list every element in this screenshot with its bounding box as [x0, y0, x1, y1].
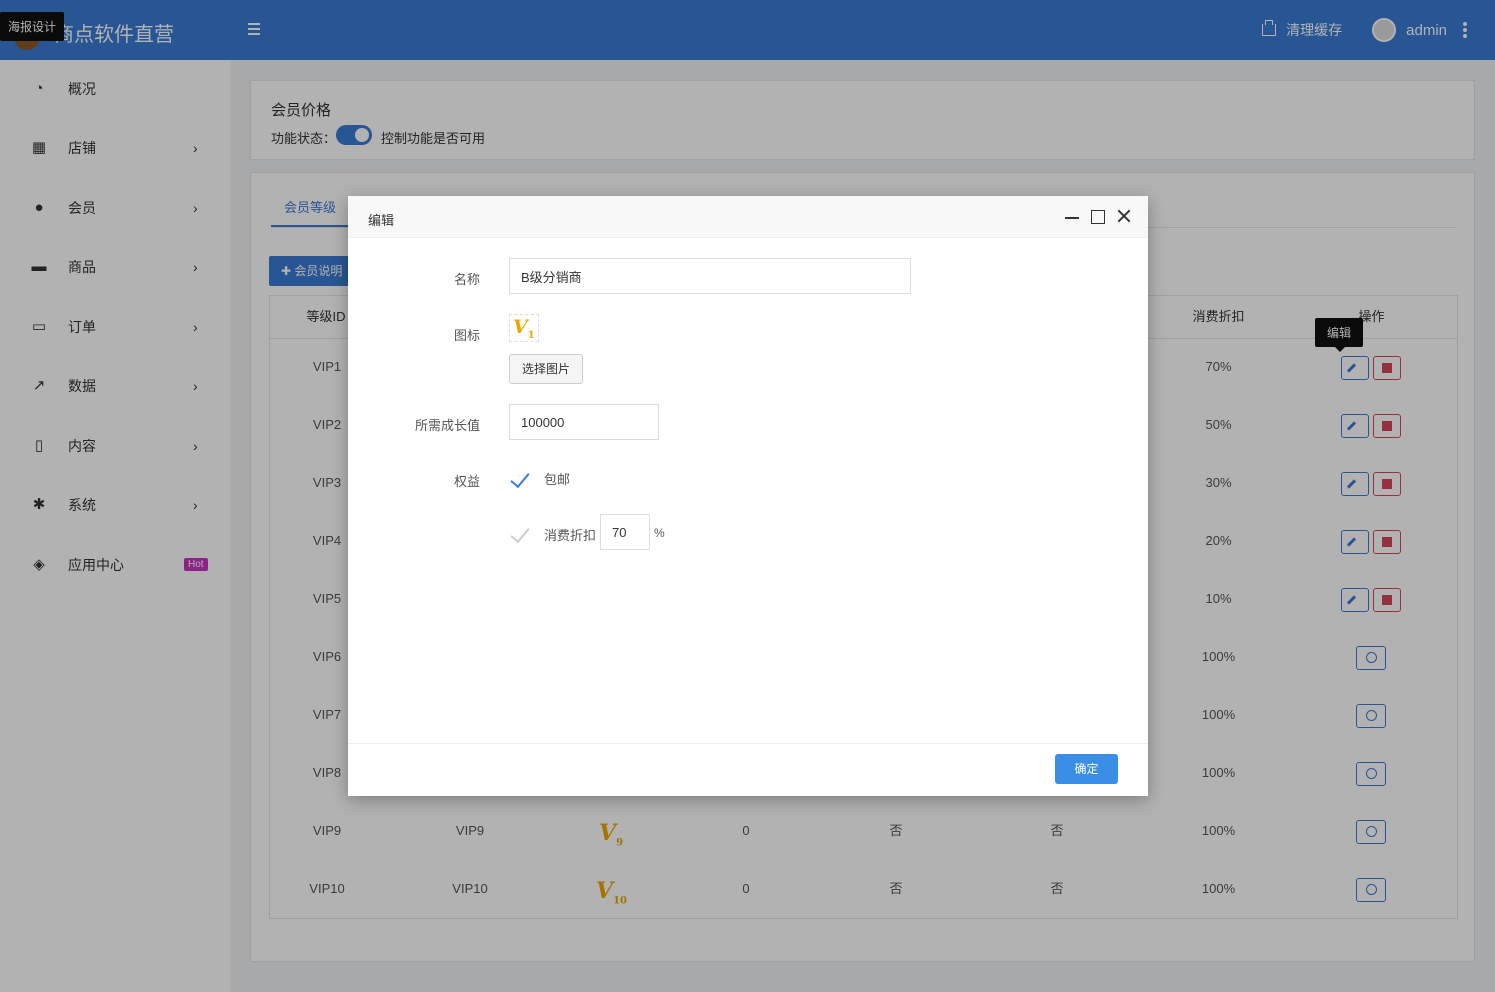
modal-header: 编辑: [348, 196, 1148, 238]
icon-preview[interactable]: V1: [509, 314, 539, 342]
vip-level-icon: V1: [513, 316, 535, 341]
discount-checkbox[interactable]: [508, 526, 530, 542]
confirm-button[interactable]: 确定: [1055, 754, 1118, 784]
close-icon[interactable]: [1116, 208, 1132, 224]
percent-sign: %: [654, 526, 665, 540]
edit-modal: 编辑 名称 图标 V1 选择图片 所需成长值 权益 包邮 消费折扣 % 确定: [348, 196, 1148, 796]
free-shipping-checkbox[interactable]: [508, 471, 530, 487]
name-label: 名称: [453, 272, 480, 287]
free-shipping-label: 包邮: [544, 472, 571, 487]
modal-title: 编辑: [368, 213, 395, 228]
modal-footer-divider: [348, 743, 1148, 744]
growth-label: 所需成长值: [414, 418, 480, 433]
benefit-label: 权益: [453, 474, 480, 489]
discount-input[interactable]: [600, 514, 650, 550]
maximize-icon[interactable]: [1091, 210, 1105, 224]
discount-label: 消费折扣: [544, 528, 597, 543]
choose-image-button[interactable]: 选择图片: [509, 354, 583, 384]
name-input[interactable]: [509, 258, 911, 294]
icon-label: 图标: [453, 328, 480, 343]
minimize-icon[interactable]: [1065, 217, 1079, 219]
growth-input[interactable]: [509, 404, 659, 440]
